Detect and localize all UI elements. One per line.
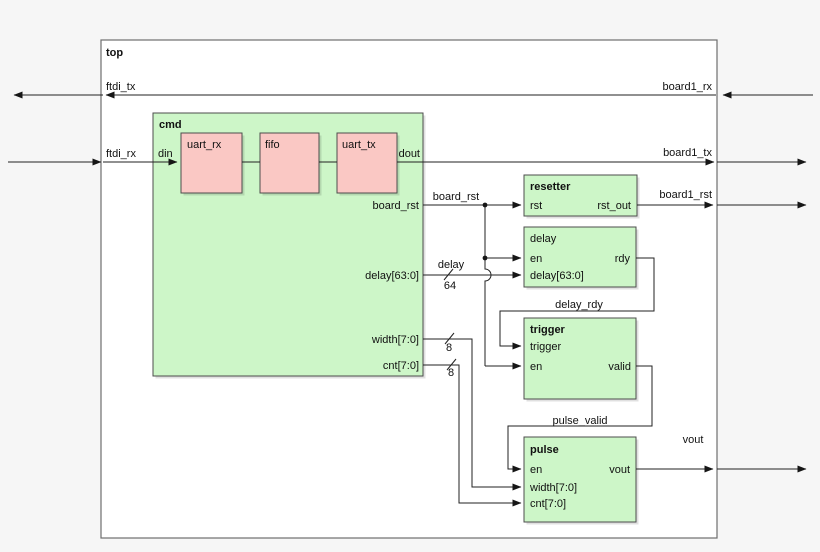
port-label-delay-in: delay[63:0] [530, 270, 584, 282]
module-top-title: top [106, 47, 123, 59]
block-diagram: top ftdi_tx board1_rx ftdi_rx board1_tx … [8, 39, 813, 539]
port-label-cmd-board-rst: board_rst [373, 200, 419, 212]
module-fifo-title: fifo [265, 139, 280, 151]
port-label-pulse-vout: vout [609, 464, 630, 476]
port-label-trigger-en: en [530, 361, 542, 373]
junction-dot [482, 255, 488, 261]
port-label-trigger: trigger [530, 341, 562, 353]
net-label-board1-rst: board1_rst [659, 189, 712, 201]
bus-width-label-8-width: 8 [446, 342, 452, 354]
junction-dot [482, 202, 488, 208]
net-label-vout: vout [683, 434, 704, 446]
net-label-pulse-valid: pulse_valid [552, 415, 607, 427]
port-label-rst-out: rst_out [597, 200, 631, 212]
module-trigger-title: trigger [530, 324, 566, 336]
net-label-board-rst: board_rst [433, 191, 479, 203]
port-label-din: din [158, 148, 173, 160]
net-label-ftdi-tx: ftdi_tx [106, 81, 136, 93]
module-resetter-title: resetter [530, 181, 571, 193]
port-label-rst: rst [530, 200, 542, 212]
port-label-valid: valid [608, 361, 631, 373]
port-label-pulse-en: en [530, 464, 542, 476]
port-label-delay-en: en [530, 253, 542, 265]
module-delay-title: delay [530, 233, 557, 245]
port-label-pulse-width: width[7:0] [529, 482, 577, 494]
port-label-pulse-cnt: cnt[7:0] [530, 498, 566, 510]
module-uart-tx-title: uart_tx [342, 139, 376, 151]
net-label-board1-rx: board1_rx [662, 81, 712, 93]
port-label-cmd-width: width[7:0] [371, 334, 419, 346]
net-label-delay: delay [438, 259, 465, 271]
module-uart-rx-title: uart_rx [187, 139, 222, 151]
bus-width-label-8-cnt: 8 [448, 367, 454, 379]
net-label-ftdi-rx: ftdi_rx [106, 148, 136, 160]
port-label-dout: dout [399, 148, 420, 160]
port-label-cmd-delay: delay[63:0] [365, 270, 419, 282]
net-label-delay-rdy: delay_rdy [555, 299, 603, 311]
net-label-board1-tx: board1_tx [663, 147, 712, 159]
module-cmd-title: cmd [159, 119, 182, 131]
bus-width-label-64: 64 [444, 280, 456, 292]
port-label-rdy: rdy [615, 253, 631, 265]
port-label-cmd-cnt: cnt[7:0] [383, 360, 419, 372]
module-pulse-title: pulse [530, 444, 559, 456]
